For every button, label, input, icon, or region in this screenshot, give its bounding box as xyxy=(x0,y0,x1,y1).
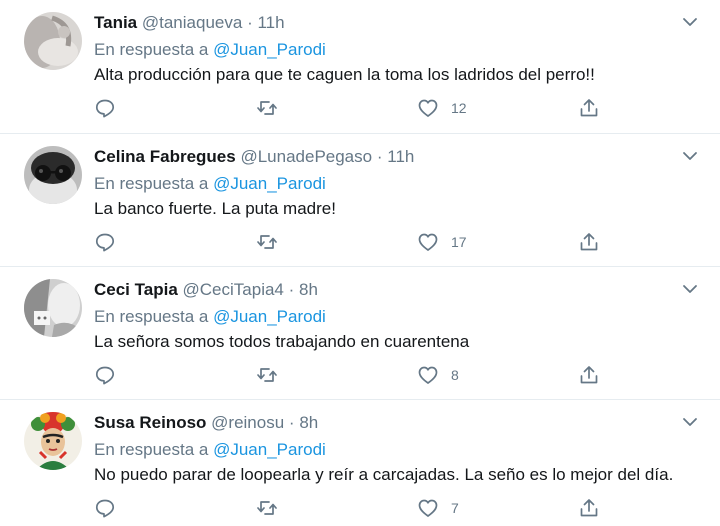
tweet-feed: Tania @taniaqueva · 11h En respuesta a @… xyxy=(0,0,720,526)
separator: · xyxy=(247,13,253,32)
retweet-button[interactable] xyxy=(256,496,278,520)
heart-icon xyxy=(418,499,438,517)
mention-link[interactable]: @Juan_Parodi xyxy=(213,440,326,459)
avatar[interactable] xyxy=(24,412,82,470)
tweet-text: La señora somos todos trabajando en cuar… xyxy=(94,332,470,351)
like-count: 12 xyxy=(451,100,467,116)
user-handle[interactable]: @LunadePegaso xyxy=(240,147,372,166)
display-name[interactable]: Ceci Tapia xyxy=(94,280,178,299)
tweet-actions: 12 xyxy=(94,96,614,120)
user-handle[interactable]: @reinosu xyxy=(211,413,284,432)
tweet-header: Susa Reinoso @reinosu · 8h xyxy=(94,413,318,435)
retweet-icon xyxy=(257,501,277,515)
tweet[interactable]: Susa Reinoso @reinosu · 8h En respuesta … xyxy=(0,400,720,526)
share-button[interactable] xyxy=(578,96,600,120)
tweet-text: Alta producción para que te caguen la to… xyxy=(94,65,595,84)
like-count: 7 xyxy=(451,500,459,516)
tweet-text: No puedo parar de loopearla y reír a car… xyxy=(94,465,674,484)
mention-link[interactable]: @Juan_Parodi xyxy=(213,174,326,193)
tweet-header: Celina Fabregues @LunadePegaso · 11h xyxy=(94,147,414,169)
tweet[interactable]: Celina Fabregues @LunadePegaso · 11h En … xyxy=(0,134,720,267)
retweet-icon xyxy=(257,368,277,382)
reply-context: En respuesta a @Juan_Parodi xyxy=(94,307,326,327)
like-button[interactable]: 12 xyxy=(417,96,467,120)
share-button[interactable] xyxy=(578,363,600,387)
tweet-text: La banco fuerte. La puta madre! xyxy=(94,199,336,218)
chevron-down-icon[interactable] xyxy=(682,281,698,297)
share-button[interactable] xyxy=(578,230,600,254)
avatar[interactable] xyxy=(24,146,82,204)
reply-icon xyxy=(95,366,115,385)
retweet-button[interactable] xyxy=(256,230,278,254)
retweet-icon xyxy=(257,235,277,249)
reply-context: En respuesta a @Juan_Parodi xyxy=(94,440,326,460)
tweet-actions: 17 xyxy=(94,230,614,254)
tweet[interactable]: Tania @taniaqueva · 11h En respuesta a @… xyxy=(0,0,720,134)
timestamp[interactable]: 8h xyxy=(299,280,318,299)
retweet-button[interactable] xyxy=(256,96,278,120)
reply-prefix: En respuesta a xyxy=(94,40,209,59)
mention-link[interactable]: @Juan_Parodi xyxy=(213,40,326,59)
chevron-down-icon[interactable] xyxy=(682,414,698,430)
tweet-header: Ceci Tapia @CeciTapia4 · 8h xyxy=(94,280,318,302)
reply-prefix: En respuesta a xyxy=(94,174,209,193)
display-name[interactable]: Susa Reinoso xyxy=(94,413,206,432)
retweet-button[interactable] xyxy=(256,363,278,387)
share-button[interactable] xyxy=(578,496,600,520)
tweet[interactable]: Ceci Tapia @CeciTapia4 · 8h En respuesta… xyxy=(0,267,720,400)
separator: · xyxy=(288,280,295,299)
retweet-icon xyxy=(257,101,277,115)
timestamp[interactable]: 8h xyxy=(299,413,318,432)
reply-icon xyxy=(95,99,115,118)
reply-context: En respuesta a @Juan_Parodi xyxy=(94,40,326,60)
reply-button[interactable] xyxy=(94,96,116,120)
reply-button[interactable] xyxy=(94,363,116,387)
user-handle[interactable]: @CeciTapia4 xyxy=(183,280,284,299)
reply-context: En respuesta a @Juan_Parodi xyxy=(94,174,326,194)
share-icon xyxy=(580,499,598,517)
heart-icon xyxy=(418,233,438,251)
like-button[interactable]: 17 xyxy=(417,230,467,254)
reply-prefix: En respuesta a xyxy=(94,307,209,326)
chevron-down-icon[interactable] xyxy=(682,148,698,164)
tweet-actions: 7 xyxy=(94,496,614,520)
tweet-header: Tania @taniaqueva · 11h xyxy=(94,13,285,35)
chevron-down-icon[interactable] xyxy=(682,14,698,30)
heart-icon xyxy=(418,366,438,384)
separator: · xyxy=(376,147,383,166)
reply-button[interactable] xyxy=(94,496,116,520)
like-count: 8 xyxy=(451,367,459,383)
mention-link[interactable]: @Juan_Parodi xyxy=(213,307,326,326)
reply-icon xyxy=(95,233,115,252)
share-icon xyxy=(580,99,598,117)
avatar[interactable] xyxy=(24,279,82,337)
timestamp[interactable]: 11h xyxy=(257,13,284,32)
display-name[interactable]: Celina Fabregues xyxy=(94,147,236,166)
avatar[interactable] xyxy=(24,12,82,70)
share-icon xyxy=(580,366,598,384)
share-icon xyxy=(580,233,598,251)
reply-button[interactable] xyxy=(94,230,116,254)
heart-icon xyxy=(418,99,438,117)
timestamp[interactable]: 11h xyxy=(387,147,414,166)
user-handle[interactable]: @taniaqueva xyxy=(142,13,242,32)
separator: · xyxy=(288,413,295,432)
like-button[interactable]: 8 xyxy=(417,363,459,387)
display-name[interactable]: Tania xyxy=(94,13,137,32)
reply-prefix: En respuesta a xyxy=(94,440,209,459)
reply-icon xyxy=(95,499,115,518)
like-count: 17 xyxy=(451,234,467,250)
tweet-actions: 8 xyxy=(94,363,614,387)
like-button[interactable]: 7 xyxy=(417,496,459,520)
